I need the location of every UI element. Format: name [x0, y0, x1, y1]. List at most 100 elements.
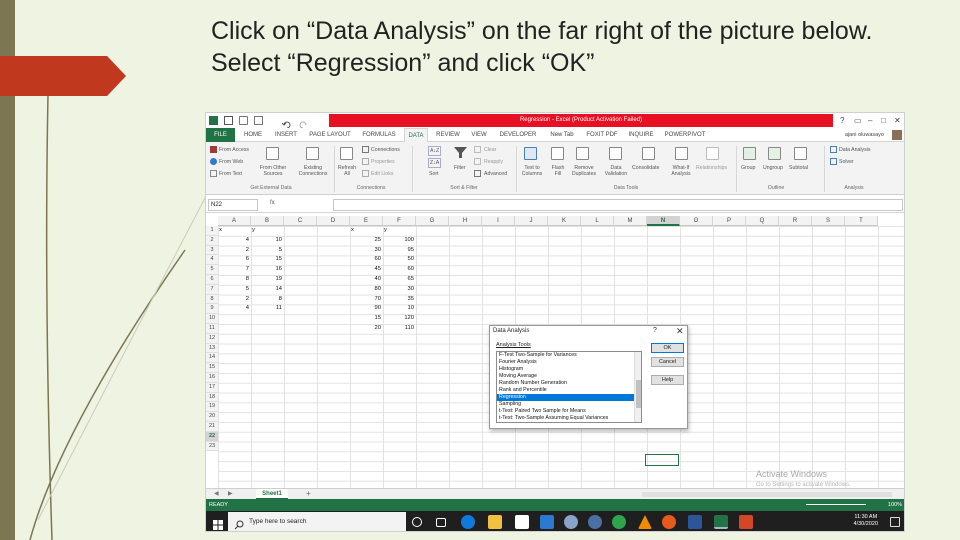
- excel-taskbar-icon[interactable]: [714, 515, 728, 529]
- data-validation-button[interactable]: Data Validation: [599, 165, 633, 177]
- cell[interactable]: 16: [252, 265, 282, 274]
- column-header[interactable]: K: [548, 216, 581, 226]
- scrollbar-thumb[interactable]: [636, 380, 641, 408]
- column-header[interactable]: P: [713, 216, 746, 226]
- cell[interactable]: 15: [252, 255, 282, 264]
- formula-input[interactable]: [333, 199, 903, 211]
- cell[interactable]: 14: [252, 285, 282, 294]
- cell[interactable]: y: [252, 226, 282, 235]
- help-icon[interactable]: ?: [840, 115, 844, 126]
- notification-icon[interactable]: [890, 517, 900, 527]
- row-header[interactable]: 2: [206, 235, 218, 246]
- tab-home[interactable]: HOME: [240, 128, 266, 142]
- cell[interactable]: 40: [351, 275, 381, 284]
- cell[interactable]: 90: [351, 304, 381, 313]
- dialog-close-icon[interactable]: ✕: [676, 326, 684, 337]
- row-header[interactable]: 1: [206, 226, 218, 236]
- row-header[interactable]: 12: [206, 333, 218, 344]
- row-header[interactable]: 5: [206, 265, 218, 275]
- tab-view[interactable]: VIEW: [468, 128, 490, 142]
- row-header[interactable]: 3: [206, 245, 218, 256]
- cell[interactable]: 19: [252, 275, 282, 284]
- cell[interactable]: 5: [252, 246, 282, 255]
- cell[interactable]: 45: [351, 265, 381, 274]
- advanced-button[interactable]: Advanced: [484, 171, 507, 177]
- name-box[interactable]: N22: [208, 199, 258, 211]
- row-header[interactable]: 15: [206, 363, 218, 373]
- cell[interactable]: y: [384, 226, 414, 235]
- row-header[interactable]: 22: [206, 431, 218, 442]
- avatar[interactable]: [892, 130, 902, 140]
- edit-links-button[interactable]: Edit Links: [371, 171, 394, 177]
- add-sheet-button[interactable]: +: [306, 489, 311, 499]
- tab-insert[interactable]: INSERT: [272, 128, 300, 142]
- properties-button[interactable]: Properties: [371, 159, 395, 165]
- help-button[interactable]: Help: [651, 375, 684, 385]
- cell[interactable]: 8: [252, 295, 282, 304]
- cell[interactable]: 7: [219, 265, 249, 274]
- dialog-help-icon[interactable]: ?: [653, 327, 657, 334]
- text-to-columns-button[interactable]: Text to Columns: [519, 165, 545, 177]
- cell[interactable]: 2: [219, 295, 249, 304]
- cell[interactable]: 8: [219, 275, 249, 284]
- app-icon[interactable]: [564, 515, 578, 529]
- cell[interactable]: 25: [351, 236, 381, 245]
- app-r-icon[interactable]: [588, 515, 602, 529]
- column-header[interactable]: S: [812, 216, 845, 226]
- column-header[interactable]: I: [482, 216, 515, 226]
- cell[interactable]: 50: [384, 255, 414, 264]
- row-header[interactable]: 10: [206, 314, 218, 324]
- row-header[interactable]: 14: [206, 353, 218, 364]
- from-access-button[interactable]: From Access: [219, 147, 249, 153]
- cell[interactable]: 6: [219, 255, 249, 264]
- cell[interactable]: 2: [219, 246, 249, 255]
- row-header[interactable]: 7: [206, 284, 218, 295]
- tab-powerpivot[interactable]: POWERPIVOT: [662, 128, 708, 142]
- row-header[interactable]: 21: [206, 422, 218, 432]
- cell[interactable]: 11: [252, 304, 282, 313]
- connections-button[interactable]: Connections: [371, 147, 400, 153]
- cell[interactable]: 20: [351, 324, 381, 333]
- analysis-tool-item[interactable]: Fourier Analysis: [497, 359, 641, 366]
- save-icon[interactable]: [224, 116, 233, 125]
- column-header[interactable]: J: [515, 216, 548, 226]
- relationships-button[interactable]: Relationships: [696, 165, 727, 171]
- row-header[interactable]: 19: [206, 402, 218, 413]
- cancel-button[interactable]: Cancel: [651, 357, 684, 367]
- ok-button[interactable]: OK: [651, 343, 684, 353]
- selected-cell-n22[interactable]: [645, 454, 679, 466]
- print-preview-icon[interactable]: [254, 116, 263, 125]
- tab-inquire[interactable]: INQUIRE: [626, 128, 656, 142]
- analysis-tool-item[interactable]: Rank and Percentile: [497, 387, 641, 394]
- row-header[interactable]: 4: [206, 255, 218, 266]
- row-header[interactable]: 8: [206, 294, 218, 305]
- column-header[interactable]: D: [317, 216, 350, 226]
- tab-file[interactable]: FILE: [206, 128, 235, 142]
- taskbar-search-box[interactable]: Type here to search: [228, 512, 406, 531]
- cell[interactable]: 110: [384, 324, 414, 333]
- row-header[interactable]: 16: [206, 373, 218, 383]
- analysis-tool-item[interactable]: t-Test: Paired Two Sample for Means: [497, 408, 641, 415]
- analysis-tool-item[interactable]: Moving Average: [497, 373, 641, 380]
- user-name[interactable]: ajani oluwasayo: [845, 128, 884, 142]
- minimize-icon[interactable]: –: [868, 115, 872, 126]
- column-header[interactable]: H: [449, 216, 482, 226]
- subtotal-button[interactable]: Subtotal: [789, 165, 808, 171]
- cell[interactable]: 95: [384, 246, 414, 255]
- store-icon[interactable]: [515, 515, 529, 529]
- cell[interactable]: 70: [351, 295, 381, 304]
- cortana-icon[interactable]: [412, 517, 422, 527]
- quick-print-icon[interactable]: [239, 116, 248, 125]
- chrome-icon[interactable]: [612, 515, 626, 529]
- solver-button[interactable]: Solver: [839, 159, 854, 165]
- row-header[interactable]: 13: [206, 343, 218, 354]
- file-explorer-icon[interactable]: [488, 515, 502, 529]
- vlc-icon[interactable]: [638, 515, 652, 529]
- column-header[interactable]: A: [218, 216, 251, 226]
- firefox-icon[interactable]: [662, 515, 676, 529]
- powerpoint-icon[interactable]: [739, 515, 753, 529]
- refresh-all-button[interactable]: Refresh All: [336, 165, 358, 177]
- analysis-tool-item[interactable]: Regression: [497, 394, 641, 401]
- cell[interactable]: x: [351, 226, 381, 235]
- analysis-tool-item[interactable]: Random Number Generation: [497, 380, 641, 387]
